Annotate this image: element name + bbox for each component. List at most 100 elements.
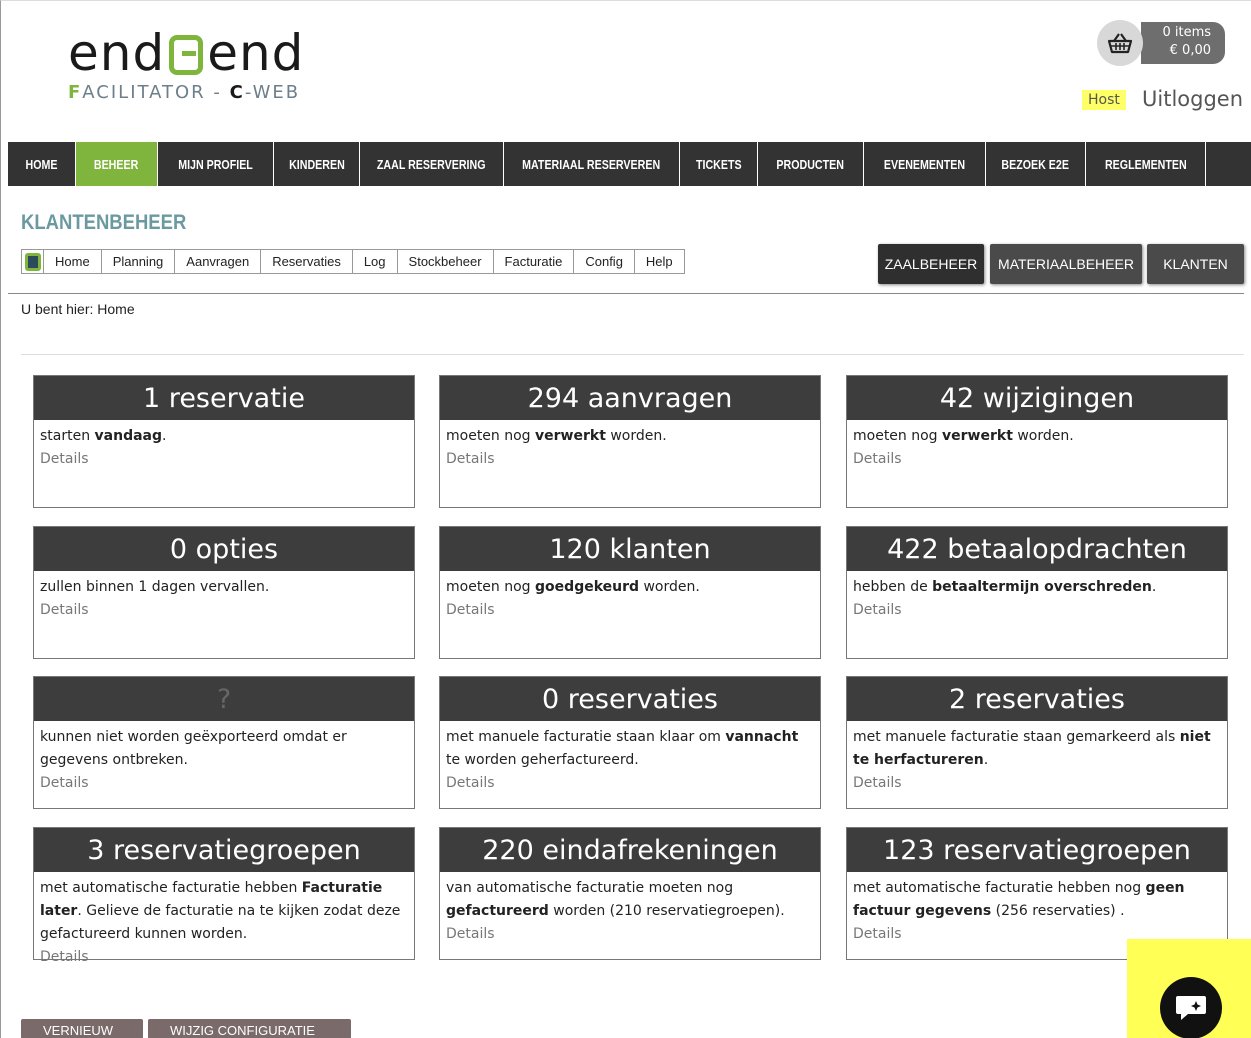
nav-item-reglementen[interactable]: REGLEMENTEN xyxy=(1086,142,1206,186)
basket-icon[interactable] xyxy=(1097,20,1143,66)
card-body: moeten nog verwerkt worden. Details xyxy=(440,420,820,470)
change-config-button[interactable]: WIJZIG CONFIGURATIE xyxy=(148,1019,351,1038)
dashboard-card: 1 reservatie starten vandaag. Details xyxy=(33,375,415,508)
card-description: met manuele facturatie staan klaar om va… xyxy=(446,726,814,772)
nav-item-tickets[interactable]: TICKETS xyxy=(680,142,758,186)
nav-item-materiaal-reserveren[interactable]: MATERIAAL RESERVEREN xyxy=(504,142,680,186)
cart-widget[interactable]: 0 items € 0,00 xyxy=(1097,20,1227,66)
details-link[interactable]: Details xyxy=(446,448,814,470)
nav-item-zaal-reservering[interactable]: ZAAL RESERVERING xyxy=(360,142,504,186)
card-description: zullen binnen 1 dagen vervallen. xyxy=(40,576,408,599)
nav-item-kinderen[interactable]: KINDEREN xyxy=(274,142,360,186)
card-title: 120 klanten xyxy=(440,527,820,571)
details-link[interactable]: Details xyxy=(40,448,408,470)
card-body: van automatische facturatie moeten nog g… xyxy=(440,872,820,945)
card-body: zullen binnen 1 dagen vervallen. Details xyxy=(34,571,414,621)
dashboard-card: 220 eindafrekeningen van automatische fac… xyxy=(439,827,821,960)
subnav-item-reservaties[interactable]: Reservaties xyxy=(261,250,353,273)
nav-item-label: REGLEMENTEN xyxy=(1104,156,1187,172)
details-link[interactable]: Details xyxy=(446,599,814,621)
details-link[interactable]: Details xyxy=(446,772,814,794)
card-description: moeten nog verwerkt worden. xyxy=(853,425,1221,448)
chat-sparkle-icon[interactable] xyxy=(1160,977,1222,1038)
card-description: van automatische facturatie moeten nog g… xyxy=(446,877,814,923)
dashboard-card: 0 reservaties met manuele facturatie staa… xyxy=(439,676,821,809)
nav-item-evenementen[interactable]: EVENEMENTEN xyxy=(864,142,986,186)
logo-sub-web: -WEB xyxy=(244,82,301,103)
nav-item-bezoek-e2e[interactable]: BEZOEK E2E xyxy=(986,142,1086,186)
card-emphasis: betaaltermijn overschreden xyxy=(932,579,1152,595)
card-text: . Gelieve de facturatie na te kijken zod… xyxy=(40,903,401,942)
nav-item-mijn-profiel[interactable]: MIJN PROFIEL xyxy=(158,142,274,186)
nav-item-label: ZAAL RESERVERING xyxy=(377,156,486,172)
nav-item-label: PRODUCTEN xyxy=(776,156,845,172)
card-title: 422 betaalopdrachten xyxy=(847,527,1227,571)
subnav-item-stockbeheer[interactable]: Stockbeheer xyxy=(398,250,494,273)
subnav-item-config[interactable]: Config xyxy=(574,250,635,273)
nav-item-home[interactable]: HOME xyxy=(8,142,76,186)
subnav-item-facturatie[interactable]: Facturatie xyxy=(494,250,575,273)
logo-word-right: end xyxy=(207,24,305,82)
details-link[interactable]: Details xyxy=(853,772,1221,794)
card-text: moeten nog xyxy=(446,428,536,444)
dashboard-card: 42 wijzigingen moeten nog verwerkt worden… xyxy=(846,375,1228,508)
zaalbeheer-button[interactable]: ZAALBEHEER xyxy=(878,244,984,284)
card-title: 1 reservatie xyxy=(34,376,414,420)
card-text: (256 reservaties) . xyxy=(991,903,1125,919)
details-link[interactable]: Details xyxy=(40,599,408,621)
subnav-logo-icon[interactable] xyxy=(22,250,44,273)
dashboard-card: 3 reservatiegroepen met automatische fact… xyxy=(33,827,415,965)
dashboard-card: 294 aanvragen moeten nog verwerkt worden.… xyxy=(439,375,821,508)
card-text: worden. xyxy=(605,428,667,444)
details-link[interactable]: Details xyxy=(446,923,814,945)
card-body: met manuele facturatie staan gemarkeerd … xyxy=(847,721,1227,794)
subnav-item-planning[interactable]: Planning xyxy=(102,250,176,273)
dashboard-card: 120 klanten moeten nog goedgekeurd worden… xyxy=(439,526,821,659)
card-text: zullen binnen 1 dagen vervallen. xyxy=(40,579,270,595)
details-link[interactable]: Details xyxy=(40,946,408,968)
card-text: kunnen niet worden geëxporteerd omdat er… xyxy=(40,729,347,768)
card-description: met automatische facturatie hebben Factu… xyxy=(40,877,408,946)
sub-nav: Home Planning Aanvragen Reservaties Log Stock… xyxy=(21,249,685,274)
subnav-item-help[interactable]: Help xyxy=(635,250,684,273)
card-text: worden. xyxy=(639,579,700,595)
details-link[interactable]: Details xyxy=(40,772,408,794)
subnav-item-aanvragen[interactable]: Aanvragen xyxy=(175,250,262,273)
card-emphasis: vandaag xyxy=(94,428,163,444)
materiaalbeheer-button[interactable]: MATERIAALBEHEER xyxy=(990,244,1142,284)
details-link[interactable]: Details xyxy=(853,448,1221,470)
logo-sub-rest: ACILITATOR - xyxy=(82,82,230,103)
card-body: moeten nog verwerkt worden. Details xyxy=(847,420,1227,470)
nav-item-producten[interactable]: PRODUCTEN xyxy=(758,142,864,186)
card-text: hebben de xyxy=(853,579,933,595)
card-text: met automatische facturatie hebben xyxy=(40,880,302,896)
details-link[interactable]: Details xyxy=(853,599,1221,621)
subnav-item-log[interactable]: Log xyxy=(353,250,398,273)
card-title: 2 reservaties xyxy=(847,677,1227,721)
refresh-button[interactable]: VERNIEUW xyxy=(21,1019,143,1038)
nav-item-beheer[interactable]: BEHEER xyxy=(76,142,158,186)
subnav-item-home[interactable]: Home xyxy=(44,250,102,273)
klanten-button[interactable]: KLANTEN xyxy=(1147,244,1244,284)
host-badge: Host xyxy=(1082,90,1126,110)
card-title: 123 reservatiegroepen xyxy=(847,828,1227,872)
card-text: met manuele facturatie staan gemarkeerd … xyxy=(853,729,1180,745)
card-body: met manuele facturatie staan klaar om va… xyxy=(440,721,820,794)
card-text: moeten nog xyxy=(446,579,536,595)
logo[interactable]: end end FACILITATOR - C-WEB xyxy=(68,26,368,106)
logo-word-left: end xyxy=(68,24,166,82)
breadcrumb: U bent hier: Home xyxy=(21,301,135,317)
card-text: worden (210 reservatiegroepen). xyxy=(548,903,785,919)
card-description: met manuele facturatie staan gemarkeerd … xyxy=(853,726,1221,772)
cart-summary[interactable]: 0 items € 0,00 xyxy=(1141,22,1225,64)
divider xyxy=(21,354,1244,355)
card-body: met automatische facturatie hebben nog g… xyxy=(847,872,1227,945)
dashboard-card: 2 reservaties met manuele facturatie staa… xyxy=(846,676,1228,809)
card-text: starten xyxy=(40,428,95,444)
card-title: 0 opties xyxy=(34,527,414,571)
dashboard-card: 0 opties zullen binnen 1 dagen vervallen.… xyxy=(33,526,415,659)
card-text: met manuele facturatie staan klaar om xyxy=(446,729,726,745)
logout-link[interactable]: Uitloggen xyxy=(1142,87,1243,111)
card-title: 220 eindafrekeningen xyxy=(440,828,820,872)
nav-item-label: KINDEREN xyxy=(288,156,345,172)
